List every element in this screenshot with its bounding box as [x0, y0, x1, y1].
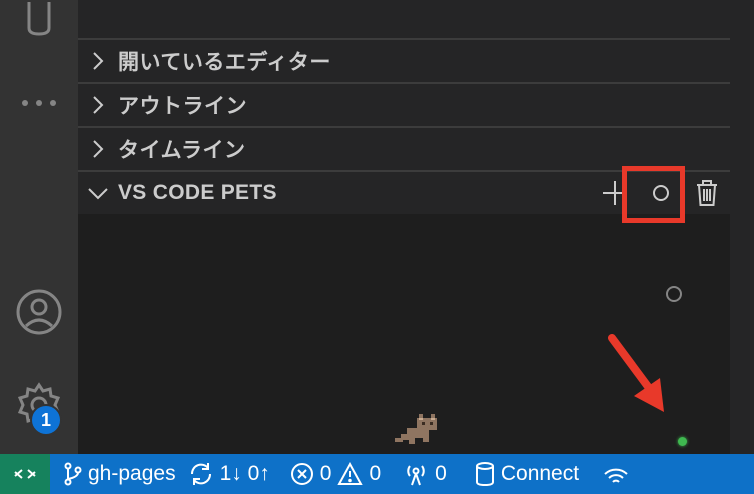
database-icon[interactable]: [0, 0, 78, 40]
trash-icon: [697, 180, 717, 206]
section-vscode-pets[interactable]: VS CODE PETS: [78, 170, 730, 214]
cat-pet[interactable]: [395, 410, 441, 450]
throw-ball-button[interactable]: [638, 172, 684, 214]
branch-item[interactable]: gh-pages: [50, 454, 182, 494]
database-icon: [475, 462, 494, 486]
sync-label: 1↓ 0↑: [219, 462, 270, 485]
pet-ball: [678, 437, 687, 446]
chevron-down-icon: [78, 185, 118, 201]
branch-label: gh-pages: [88, 462, 176, 485]
section-outline[interactable]: アウトライン: [78, 82, 730, 126]
status-bar: gh-pages 1↓ 0↑ 0 0 0 Connect: [0, 454, 754, 494]
remote-icon: [14, 469, 36, 479]
section-timeline[interactable]: タイムライン: [78, 126, 730, 170]
connect-label: Connect: [500, 462, 580, 485]
activity-bar: 1: [0, 0, 78, 454]
remote-button[interactable]: [0, 454, 50, 494]
connect-item[interactable]: Connect: [453, 454, 585, 494]
plus-icon: [603, 181, 627, 205]
git-branch-icon: [64, 462, 82, 486]
broadcast-item[interactable]: [585, 454, 635, 494]
section-title: タイムライン: [118, 139, 246, 162]
sync-item[interactable]: 1↓ 0↑: [182, 454, 276, 494]
problems-item[interactable]: 0 0: [276, 454, 387, 494]
broadcast-icon: [407, 465, 425, 486]
warnings-count: 0: [369, 462, 382, 485]
pets-actions: [592, 172, 730, 214]
delete-pet-button[interactable]: [684, 172, 730, 214]
warning-icon: [337, 462, 364, 485]
errors-count: 0: [319, 462, 332, 485]
wifi-icon: [604, 468, 628, 483]
chevron-right-icon: [78, 139, 118, 159]
ball-icon: [653, 185, 669, 201]
section-title: VS CODE PETS: [118, 181, 277, 204]
section-title: アウトライン: [118, 95, 247, 118]
arrow-annotation: [608, 334, 664, 412]
account-icon[interactable]: [0, 282, 78, 342]
scroll-indicator: [666, 286, 682, 302]
more-icon[interactable]: [0, 88, 78, 118]
sync-icon: [190, 463, 211, 485]
add-pet-button[interactable]: [592, 172, 638, 214]
ports-item[interactable]: 0: [387, 454, 453, 494]
section-open-editors[interactable]: 開いているエディター: [78, 38, 730, 82]
section-title: 開いているエディター: [118, 51, 331, 74]
error-icon: [290, 463, 313, 485]
sidebar-top-area: [78, 0, 730, 38]
chevron-right-icon: [78, 95, 118, 115]
chevron-right-icon: [78, 51, 118, 71]
settings-badge: 1: [30, 404, 62, 436]
ports-count: 0: [435, 462, 447, 485]
